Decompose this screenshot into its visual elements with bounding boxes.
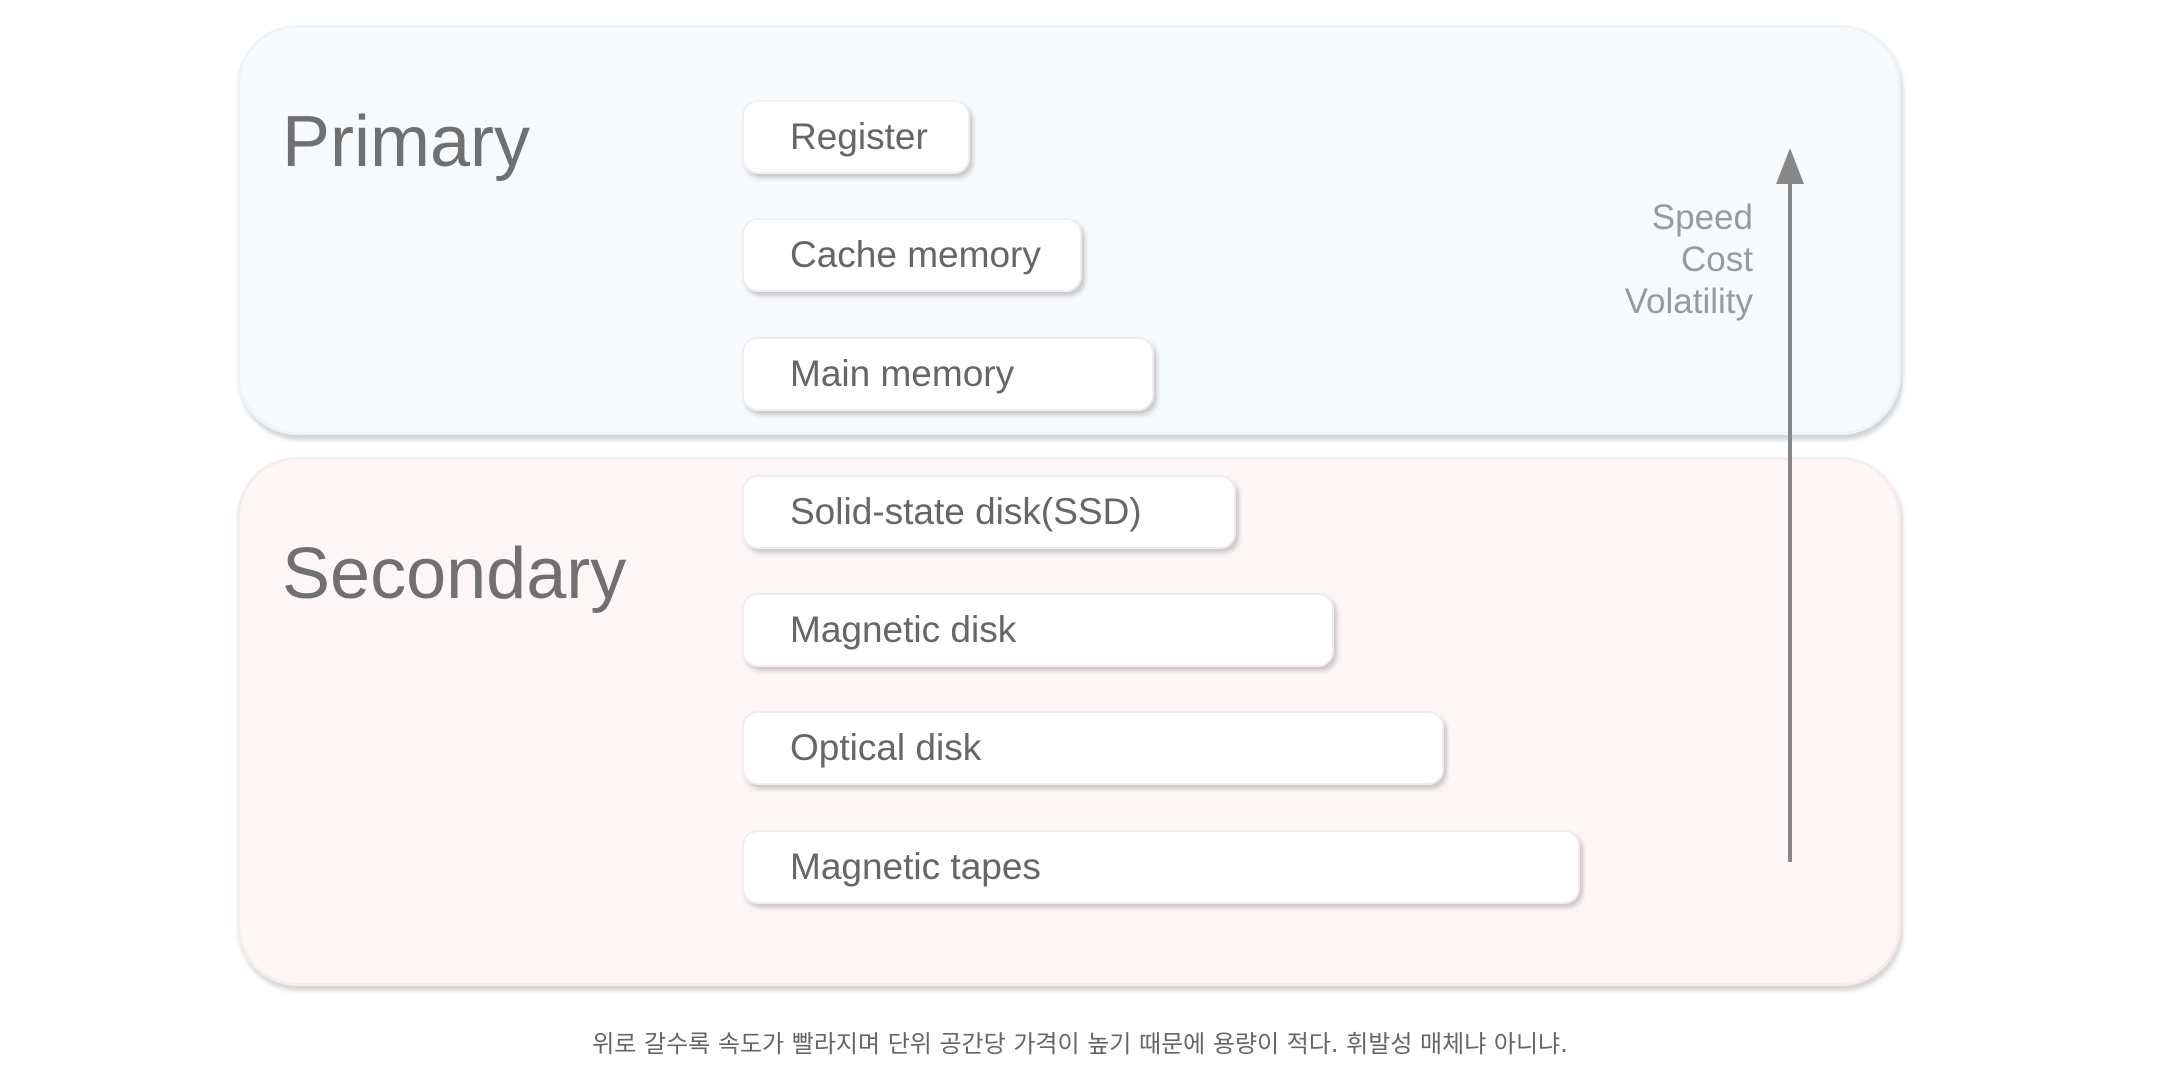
magnetic-disk-box: Magnetic disk (742, 593, 1334, 667)
ssd-box: Solid-state disk(SSD) (742, 475, 1236, 549)
optical-disk-box: Optical disk (742, 711, 1444, 785)
caption: 위로 갈수록 속도가 빨라지며 단위 공간당 가격이 높기 때문에 용량이 적다… (592, 1030, 1568, 1058)
magnetic-tapes-box: Magnetic tapes (742, 830, 1580, 904)
axis-label-cost: Cost (1681, 240, 1753, 279)
axis-label-volatility: Volatility (1624, 282, 1753, 321)
axis-label-speed: Speed (1651, 198, 1753, 237)
cache-memory-box: Cache memory (742, 218, 1082, 292)
axis-labels: Speed Cost Volatility (1625, 197, 1753, 323)
primary-group-label: Primary (282, 102, 530, 182)
secondary-group-label: Secondary (282, 534, 627, 614)
main-memory-box: Main memory (742, 337, 1154, 411)
register-box: Register (742, 100, 970, 174)
up-arrow-icon (1776, 148, 1804, 862)
